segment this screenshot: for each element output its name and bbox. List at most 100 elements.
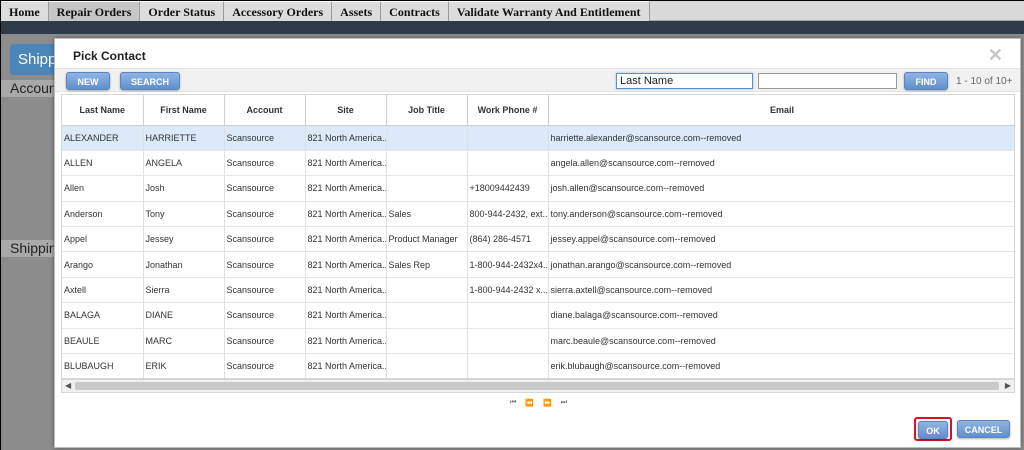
col-header-email[interactable]: Email xyxy=(548,95,1014,126)
col-header-first-name[interactable]: First Name xyxy=(143,95,225,126)
close-icon[interactable]: ✕ xyxy=(988,45,1003,66)
col-header-last-name[interactable]: Last Name xyxy=(62,95,144,126)
table-row[interactable]: Allen Josh Scansource 821 North America... +… xyxy=(62,175,1014,202)
cell-work-phone xyxy=(467,150,549,177)
header-band xyxy=(1,21,1024,34)
table-row[interactable]: Axtell Sierra Scansource 821 North America.… xyxy=(62,277,1014,304)
col-header-account[interactable]: Account xyxy=(224,95,306,126)
nav-contracts[interactable]: Contracts xyxy=(381,1,449,21)
cell-account: Scansource xyxy=(224,251,306,278)
search-button[interactable]: SEARCH xyxy=(120,72,180,90)
cell-last-name: Axtell xyxy=(62,277,144,304)
cell-account: Scansource xyxy=(224,201,306,228)
cancel-button[interactable]: CANCEL xyxy=(957,420,1010,438)
cell-last-name: BALAGA xyxy=(62,302,144,329)
cell-account: Scansource xyxy=(224,175,306,202)
cell-email: sierra.axtell@scansource.com--removed xyxy=(548,277,1014,304)
cell-site: 821 North America... xyxy=(305,175,387,202)
cell-account: Scansource xyxy=(224,277,306,304)
table-row[interactable]: Anderson Tony Scansource 821 North America.… xyxy=(62,201,1014,228)
cell-work-phone xyxy=(467,125,549,151)
cell-first-name: Jonathan xyxy=(143,251,225,278)
nav-assets[interactable]: Assets xyxy=(332,1,382,21)
grid-header-row: Last Name First Name Account Site Job Ti… xyxy=(62,95,1014,126)
find-button[interactable]: FIND xyxy=(904,72,948,90)
col-header-job-title[interactable]: Job Title xyxy=(386,95,468,126)
cell-first-name: Tony xyxy=(143,201,225,228)
cell-first-name: Jessey xyxy=(143,226,225,253)
cell-first-name: DIANE xyxy=(143,302,225,329)
col-header-site[interactable]: Site xyxy=(305,95,387,126)
cell-account: Scansource xyxy=(224,302,306,329)
scroll-right-icon[interactable]: ▶ xyxy=(1005,381,1011,390)
nav-home[interactable]: Home xyxy=(1,1,49,21)
cell-first-name: Josh xyxy=(143,175,225,202)
nav-validate-warranty[interactable]: Validate Warranty And Entitlement xyxy=(448,1,650,21)
cell-account: Scansource xyxy=(224,353,306,378)
cell-work-phone xyxy=(467,302,549,329)
cell-job-title xyxy=(386,175,468,202)
table-row[interactable]: BALAGA DIANE Scansource 821 North America..… xyxy=(62,302,1014,329)
cell-work-phone: 1-800-944-2432 x... xyxy=(467,277,549,304)
cell-account: Scansource xyxy=(224,226,306,253)
cell-account: Scansource xyxy=(224,125,306,151)
nav-order-status[interactable]: Order Status xyxy=(140,1,225,21)
search-value-input[interactable] xyxy=(758,73,897,89)
cell-last-name: ALLEN xyxy=(62,150,144,177)
cell-work-phone: (864) 286-4571 xyxy=(467,226,549,253)
cell-email: diane.balaga@scansource.com--removed xyxy=(548,302,1014,329)
cell-last-name: Anderson xyxy=(62,201,144,228)
cell-site: 821 North America... xyxy=(305,201,387,228)
cell-email: marc.beaule@scansource.com--removed xyxy=(548,328,1014,355)
search-field-select[interactable] xyxy=(616,73,753,89)
cell-work-phone xyxy=(467,328,549,355)
cell-email: jonathan.arango@scansource.com--removed xyxy=(548,251,1014,278)
cell-email: tony.anderson@scansource.com--removed xyxy=(548,201,1014,228)
table-row[interactable]: BEAULE MARC Scansource 821 North America...… xyxy=(62,328,1014,355)
cell-email: harriette.alexander@scansource.com--remo… xyxy=(548,125,1014,151)
cell-job-title xyxy=(386,353,468,378)
nav-repair-orders[interactable]: Repair Orders xyxy=(48,1,141,21)
cell-work-phone: +18009442439 xyxy=(467,175,549,202)
cell-site: 821 North America... xyxy=(305,226,387,253)
cell-site: 821 North America... xyxy=(305,302,387,329)
table-row[interactable]: ALEXANDER HARRIETTE Scansource 821 North Am… xyxy=(62,125,1014,151)
table-row[interactable]: Appel Jessey Scansource 821 North America..… xyxy=(62,226,1014,253)
cell-job-title: Product Manager xyxy=(386,226,468,253)
table-row[interactable]: ALLEN ANGELA Scansource 821 North America..… xyxy=(62,150,1014,177)
cell-job-title: Sales xyxy=(386,201,468,228)
horizontal-scrollbar[interactable]: ◀ ▶ xyxy=(61,379,1015,393)
cell-work-phone: 800-944-2432, ext... xyxy=(467,201,549,228)
prev-page-icon[interactable]: ⏪ xyxy=(525,399,534,407)
scrollbar-thumb[interactable] xyxy=(75,382,999,390)
result-count: 1 - 10 of 10+ xyxy=(956,76,1013,87)
cell-first-name: Sierra xyxy=(143,277,225,304)
cell-site: 821 North America... xyxy=(305,328,387,355)
cell-work-phone: 1-800-944-2432x4... xyxy=(467,251,549,278)
cell-site: 821 North America... xyxy=(305,353,387,378)
last-page-icon[interactable]: ⏭ xyxy=(561,399,567,407)
first-page-icon[interactable]: ⏮ xyxy=(510,399,516,407)
cell-account: Scansource xyxy=(224,328,306,355)
cell-last-name: Appel xyxy=(62,226,144,253)
cell-email: erik.blubaugh@scansource.com--removed xyxy=(548,353,1014,378)
dialog-title: Pick Contact xyxy=(73,49,146,63)
scroll-left-icon[interactable]: ◀ xyxy=(65,381,71,390)
cell-last-name: Allen xyxy=(62,175,144,202)
top-nav: Home Repair Orders Order Status Accessor… xyxy=(1,1,1024,21)
table-row[interactable]: Arango Jonathan Scansource 821 North Americ… xyxy=(62,251,1014,278)
col-header-work-phone[interactable]: Work Phone # xyxy=(467,95,549,126)
cell-email: jessey.appel@scansource.com--removed xyxy=(548,226,1014,253)
ok-button[interactable]: OK xyxy=(918,421,948,439)
table-row[interactable]: BLUBAUGH ERIK Scansource 821 North America.… xyxy=(62,353,1014,378)
cell-last-name: Arango xyxy=(62,251,144,278)
nav-accessory-orders[interactable]: Accessory Orders xyxy=(224,1,333,21)
cell-first-name: HARRIETTE xyxy=(143,125,225,151)
background-account-section: Accoun xyxy=(1,80,61,97)
cell-email: angela.allen@scansource.com--removed xyxy=(548,150,1014,177)
next-page-icon[interactable]: ⏩ xyxy=(543,399,552,407)
pick-contact-dialog: Pick Contact ✕ NEW SEARCH FIND 1 - 10 of… xyxy=(54,38,1021,448)
new-button[interactable]: NEW xyxy=(66,72,110,90)
dialog-toolbar: NEW SEARCH FIND 1 - 10 of 10+ xyxy=(55,68,1020,92)
cell-site: 821 North America... xyxy=(305,150,387,177)
